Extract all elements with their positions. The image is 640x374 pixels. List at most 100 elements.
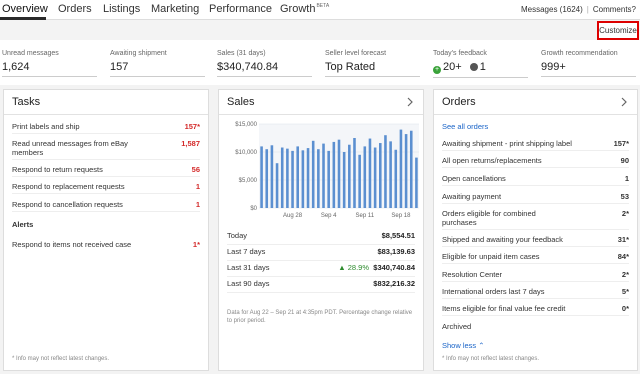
sales-bar [389,141,392,208]
order-item[interactable]: All open returns/replacements 90 [442,156,629,168]
order-label: Archived [442,322,472,331]
order-count: 84* [617,252,629,261]
sales-bar [260,146,263,208]
order-item[interactable]: Awaiting payment 53 [442,192,629,204]
customize-button[interactable]: Customize [597,21,639,40]
order-label: Resolution Center [442,270,503,279]
x-tick-label: Sep 18 [391,213,411,219]
sales-period: Last 90 days [227,279,270,288]
show-less-link[interactable]: Show less ⌃ [442,341,629,350]
metric-label: Growth recommendation [541,50,618,57]
sales-row[interactable]: Last 90 days $832,216.32 [227,277,415,293]
sales-row[interactable]: Last 7 days $83,139.63 [227,245,415,261]
sales-bar [322,143,325,208]
metric-growth-recommendation[interactable]: Growth recommendation 999+ [541,50,636,77]
order-count: 90 [620,156,629,165]
sales-period: Today [227,231,248,240]
task-count: 1 [195,182,200,191]
chevron-right-icon[interactable] [619,96,629,108]
sales-bar [384,135,387,208]
order-item[interactable]: Orders eligible for combined purchases 2* [442,209,629,230]
sales-bar [332,141,336,208]
order-item[interactable]: Eligible for unpaid item cases 84* [442,252,629,264]
order-item[interactable]: Items eligible for final value fee credi… [442,304,629,316]
sales-amount: $83,139.63 [377,247,415,256]
neutral-feedback-count: 1 [479,61,486,73]
task-item[interactable]: Respond to return requests 56 [12,165,200,177]
y-tick-label: $5,000 [239,178,258,184]
neutral-feedback-icon [469,63,478,71]
sales-bar [280,147,284,208]
positive-feedback-count: 20+ [443,61,462,73]
order-item[interactable]: Resolution Center 2* [442,270,629,282]
metric-value: +20+ 1 [433,61,528,78]
order-item[interactable]: Open cancellations 1 [442,174,629,186]
tab-marketing[interactable]: Marketing [151,3,199,15]
order-item[interactable]: Shipped and awaiting your feedback 31* [442,235,629,247]
divider [4,114,208,115]
task-count: 1,587 [181,139,200,148]
top-nav: Overview Orders Listings Marketing Perfo… [0,0,640,20]
beta-badge: BETA [316,3,330,10]
metric-value: 157 [110,61,205,77]
sales-panel: Sales $15,000 $10,000 $5,000 $0 Aug 28 Sep 4 S… [218,89,424,371]
sales-bar [275,163,279,208]
sales-bar [358,154,361,208]
sales-note: Data for Aug 22 – Sep 21 at 4:35pm PDT. … [227,310,413,324]
order-count: 0* [621,304,629,313]
metric-unread-messages[interactable]: Unread messages 1,624 [2,50,97,77]
order-item[interactable]: International orders last 7 days 5* [442,287,629,299]
metric-label: Sales (31 days) [217,50,266,57]
task-count: 157* [184,122,200,131]
metric-label: Awaiting shipment [110,50,167,57]
messages-link[interactable]: Messages (1624) [521,5,583,14]
x-tick-label: Aug 28 [283,213,303,219]
task-item[interactable]: Read unread messages from eBay members 1,… [12,139,200,160]
order-label: Shipped and awaiting your feedback [442,235,563,244]
sales-bar [348,144,351,208]
comments-link[interactable]: Comments? [593,5,636,14]
order-label: International orders last 7 days [442,287,545,296]
tab-overview[interactable]: Overview [2,3,48,15]
sales-row[interactable]: Last 31 days ▲ 28.9% $340,740.84 [227,261,415,277]
metric-todays-feedback[interactable]: Today's feedback +20+ 1 [433,50,528,78]
order-item[interactable]: Archived [442,322,629,331]
metric-value: 1,624 [2,61,97,77]
tasks-title: Tasks [12,96,41,108]
sales-amount: $340,740.84 [373,263,415,272]
order-label: All open returns/replacements [442,156,542,165]
tab-performance[interactable]: Performance [209,3,272,15]
alert-item[interactable]: Respond to items not received case 1* [12,240,200,249]
chevron-right-icon[interactable] [405,96,415,108]
sales-bar [317,149,320,208]
task-count: 1 [195,200,200,209]
tab-orders[interactable]: Orders [58,3,92,15]
task-item[interactable]: Print labels and ship 157* [12,122,200,134]
task-item[interactable]: Respond to replacement requests 1 [12,182,200,194]
alert-count: 1* [192,240,200,249]
sales-bar [363,146,367,208]
alerts-heading: Alerts [12,220,34,229]
order-label: Items eligible for final value fee credi… [442,304,566,313]
sales-bar [394,149,398,208]
metric-awaiting-shipment[interactable]: Awaiting shipment 157 [110,50,205,77]
tab-listings[interactable]: Listings [103,3,140,15]
order-item[interactable]: Awaiting shipment - print shipping label… [442,139,629,151]
metric-sales-31-days[interactable]: Sales (31 days) $340,740.84 [217,50,312,77]
top-right-links: Messages (1624) | Comments? [521,5,636,14]
order-count: 53 [620,192,629,201]
sales-bar [296,146,299,208]
orders-panel: Orders See all orders Awaiting shipment … [433,89,638,371]
positive-feedback-icon: + [433,66,441,74]
sales-row[interactable]: Today $8,554.51 [227,229,415,245]
order-count: 31* [617,235,629,244]
see-all-orders-link[interactable]: See all orders [442,122,629,131]
task-label: Respond to return requests [12,165,103,174]
metric-seller-level[interactable]: Seller level forecast Top Rated [325,50,420,77]
sales-period: Last 7 days [227,247,266,256]
tasks-panel: Tasks Print labels and ship 157* Read unr… [3,89,209,371]
tab-growth[interactable]: GrowthBETA [280,3,329,15]
task-item[interactable]: Respond to cancellation requests 1 [12,200,200,212]
order-count: 2* [621,270,629,279]
sales-bar [368,138,372,208]
